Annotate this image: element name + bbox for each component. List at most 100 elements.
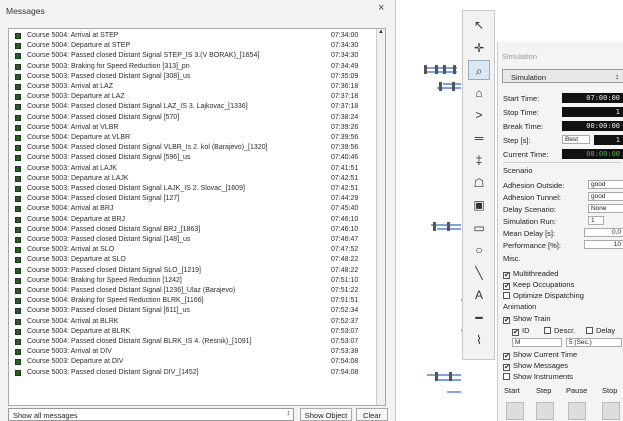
delay-scenario-label: Delay Scenario: — [503, 205, 556, 214]
message-row[interactable]: Course 5003: Arrival at LAJK 07:41:51 — [9, 164, 379, 174]
message-type-icon — [15, 124, 21, 131]
station-icon[interactable]: ⌂ — [468, 83, 490, 103]
message-time: 07:46:10 — [331, 225, 359, 233]
message-time: 07:51:22 — [331, 287, 359, 294]
message-row[interactable]: Course 5003: Passed closed Distant Signa… — [9, 235, 379, 245]
track-icon[interactable]: ═ — [468, 128, 490, 148]
message-row[interactable]: Course 5004: Braking for Speed Reduction… — [9, 276, 379, 286]
message-row[interactable]: Course 5004: Passed closed Distant Signa… — [9, 143, 379, 153]
message-time: 07:46:10 — [331, 215, 359, 223]
message-type-icon — [15, 257, 21, 264]
stop-button[interactable] — [602, 402, 620, 420]
delay-scenario-select[interactable]: None — [588, 204, 623, 213]
rectangle-icon[interactable]: ▭ — [468, 218, 490, 238]
signal-icon[interactable]: ‡ — [468, 150, 490, 170]
keep-occupations-checkbox[interactable]: ✔ Keep Occupations — [503, 280, 574, 290]
animation-interval-select[interactable]: 5 (Sec.) — [566, 338, 622, 347]
optimize-dispatching-checkbox[interactable]: Optimize Dispatching — [503, 291, 584, 300]
show-instruments-checkbox[interactable]: Show Instruments — [503, 372, 573, 381]
chart-icon[interactable]: ⌇ — [468, 330, 490, 350]
train-mode-select[interactable]: M — [512, 338, 562, 347]
show-train-checkbox[interactable]: ✔ Show Train — [503, 314, 551, 324]
message-text: Course 5004: Departure at BLRK — [27, 327, 131, 335]
message-row[interactable]: Course 5004: Passed closed Distant Signa… — [9, 113, 379, 123]
ruler-icon[interactable]: ━ — [468, 308, 490, 328]
message-row[interactable]: Course 5004: Passed closed Distant Signa… — [9, 286, 379, 296]
current-time-field: 08:00:00 — [562, 149, 623, 159]
text-icon[interactable]: A — [468, 285, 490, 305]
line-icon[interactable]: ╲ — [468, 263, 490, 283]
pause-button[interactable] — [568, 402, 586, 420]
message-row[interactable]: Course 5004: Arrival at VLBR 07:39:26 — [9, 123, 379, 133]
multithreaded-label: Multithreaded — [513, 269, 559, 278]
show-messages-checkbox[interactable]: ✔ Show Messages — [503, 361, 568, 371]
message-row[interactable]: Course 5004: Passed closed Distant Signa… — [9, 337, 379, 347]
message-time: 07:40:46 — [331, 154, 359, 162]
adhesion-tunnel-select[interactable]: good — [588, 192, 623, 201]
delay-checkbox[interactable]: Delay — [586, 326, 615, 335]
message-text: Course 5003: Arrival at SLO — [27, 246, 115, 254]
simulation-combo[interactable]: Simulation ↕ — [502, 69, 623, 83]
zoom-icon[interactable]: ⌕ — [468, 60, 490, 80]
message-row[interactable]: Course 5004: Arrival at BRJ 07:45:40 — [9, 204, 379, 214]
message-row[interactable]: Course 5004: Departure at STEP 07:34:30 — [9, 41, 379, 51]
start-button[interactable] — [506, 402, 524, 420]
message-row[interactable]: Course 5004: Departure at VLBR 07:39:56 — [9, 133, 379, 143]
message-text: Course 5004: Arrival at VLBR — [27, 123, 119, 131]
scroll-up-icon[interactable]: ▲ — [377, 29, 385, 38]
train-icon[interactable]: ☖ — [468, 173, 490, 193]
message-row[interactable]: Course 5003: Departure at SLO 07:48:22 — [9, 255, 379, 265]
break-time-field[interactable]: 00:00:00 — [562, 121, 623, 131]
adhesion-outside-select[interactable]: good — [588, 180, 623, 189]
id-checkbox[interactable]: ✔ ID — [512, 326, 530, 336]
message-row[interactable]: Course 5003: Departure at DIV 07:54:08 — [9, 357, 379, 367]
message-row[interactable]: Course 5003: Departure at LAJK 07:42:51 — [9, 174, 379, 184]
show-current-time-checkbox[interactable]: ✔ Show Current Time — [503, 350, 577, 360]
message-time: 07:38:24 — [331, 113, 359, 121]
arrow-right-icon[interactable]: > — [468, 105, 490, 125]
message-row[interactable]: Course 5004: Arrival at STEP 07:34:00 — [9, 31, 379, 41]
start-time-field[interactable]: 07:00:00 — [562, 93, 623, 103]
simulation-combo-value: Simulation — [511, 73, 547, 82]
step-value-field[interactable]: 1 — [594, 135, 623, 145]
chevron-updown-icon: ↕ — [615, 72, 619, 81]
performance-field: 10 — [584, 240, 623, 249]
show-object-button[interactable]: Show Object — [300, 408, 352, 421]
message-row[interactable]: Course 5003: Arrival at LAZ 07:36:18 — [9, 82, 379, 92]
message-text: Course 5004: Passed closed Distant Signa… — [27, 113, 180, 121]
message-row[interactable]: Course 5003: Passed closed Distant Signa… — [9, 72, 379, 82]
multithreaded-checkbox[interactable]: ✔ Multithreaded — [503, 269, 558, 279]
circle-icon[interactable]: ○ — [468, 240, 490, 260]
message-row[interactable]: Course 5003: Passed closed Distant Signa… — [9, 306, 379, 316]
message-row[interactable]: Course 5003: Departure at LAZ 07:37:18 — [9, 92, 379, 102]
clear-button[interactable]: Clear — [356, 408, 388, 421]
message-row[interactable]: Course 5003: Arrival at DIV 07:53:38 — [9, 347, 379, 357]
message-row[interactable]: Course 5004: Passed closed Distant Signa… — [9, 194, 379, 204]
step-mode-select[interactable]: Best — [562, 135, 590, 144]
message-row[interactable]: Course 5004: Passed closed Distant Signa… — [9, 51, 379, 61]
step-button[interactable] — [536, 402, 554, 420]
message-row[interactable]: Course 5004: Passed closed Distant Signa… — [9, 102, 379, 112]
message-row[interactable]: Course 5004: Braking for Speed Reduction… — [9, 296, 379, 306]
close-icon[interactable]: × — [378, 2, 384, 14]
vertical-scrollbar[interactable]: ▲ — [376, 29, 385, 405]
descr-checkbox[interactable]: Descr. — [544, 326, 575, 335]
message-row[interactable]: Course 5003: Passed closed Distant Signa… — [9, 266, 379, 276]
box-icon[interactable]: ▣ — [468, 195, 490, 215]
message-row[interactable]: Course 5003: Braking for Speed Reduction… — [9, 62, 379, 72]
messages-list[interactable]: Course 5004: Arrival at STEP 07:34:00 Cour… — [8, 28, 386, 406]
stop-time-field[interactable]: 1 — [562, 107, 623, 117]
message-row[interactable]: Course 5004: Passed closed Distant Signa… — [9, 225, 379, 235]
message-row[interactable]: Course 5004: Arrival at BLRK 07:52:37 — [9, 317, 379, 327]
message-row[interactable]: Course 5004: Departure at BLRK 07:53:07 — [9, 327, 379, 337]
adhesion-tunnel-label: Adhesion Tunnel: — [503, 193, 561, 202]
message-row[interactable]: Course 5004: Departure at BRJ 07:46:10 — [9, 215, 379, 225]
simulation-run-field[interactable]: 1 — [588, 216, 604, 225]
message-filter-select[interactable]: Show all messages ↕ — [8, 408, 294, 421]
message-row[interactable]: Course 5003: Passed closed Distant Signa… — [9, 153, 379, 163]
message-row[interactable]: Course 5003: Passed closed Distant Signa… — [9, 368, 379, 378]
pointer-icon[interactable]: ↖ — [468, 15, 490, 35]
message-row[interactable]: Course 5003: Arrival at SLO 07:47:52 — [9, 245, 379, 255]
move-icon[interactable]: ✛ — [468, 38, 490, 58]
message-row[interactable]: Course 5003: Passed closed Distant Signa… — [9, 184, 379, 194]
